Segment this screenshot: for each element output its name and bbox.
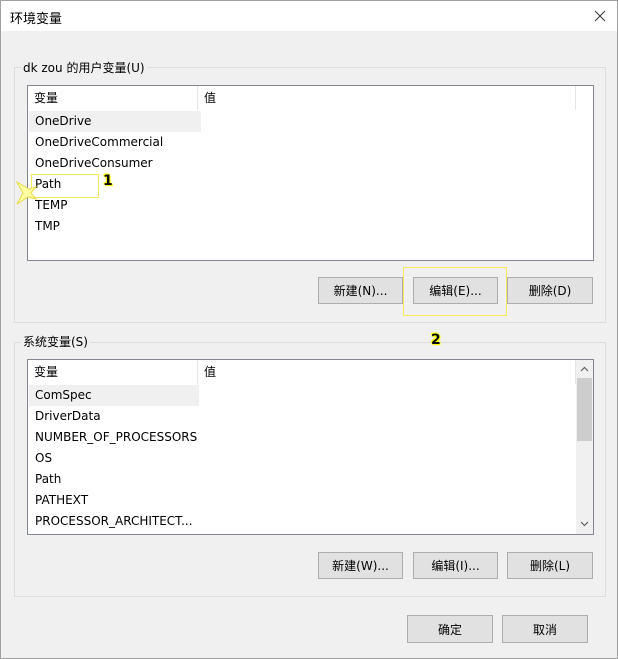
list-item[interactable]: OS: [29, 448, 329, 469]
environment-variables-dialog: 环境变量 dk zou 的用户变量(U) 变量 值 OneDrive OneDr…: [0, 0, 618, 659]
column-header-variable[interactable]: 变量: [28, 86, 198, 110]
list-item[interactable]: TEMP: [29, 195, 329, 216]
annotation-step-1: 1: [103, 173, 113, 189]
scrollbar-thumb[interactable]: [577, 378, 592, 441]
column-header-value[interactable]: 值: [198, 360, 576, 384]
system-variables-label: 系统变量(S): [21, 333, 90, 350]
list-item[interactable]: OneDriveConsumer: [29, 153, 329, 174]
system-variables-list[interactable]: 变量 值 ComSpec DriverData NUMBER_OF_PROCES…: [27, 359, 594, 535]
list-item[interactable]: DriverData: [29, 406, 329, 427]
annotation-step-2: 2: [431, 332, 441, 348]
highlight-edit-button: [403, 267, 507, 316]
column-header-value[interactable]: 值: [198, 86, 576, 110]
system-new-button[interactable]: 新建(W)...: [318, 552, 403, 579]
list-item[interactable]: ComSpec: [29, 385, 199, 406]
list-item[interactable]: OneDrive: [29, 111, 201, 132]
list-item[interactable]: OneDriveCommercial: [29, 132, 329, 153]
list-item[interactable]: PROCESSOR_ARCHITECT...: [29, 511, 329, 532]
list-item[interactable]: Path: [29, 469, 329, 490]
user-delete-button[interactable]: 删除(D): [507, 277, 593, 304]
scroll-up-icon[interactable]: [580, 366, 589, 372]
system-delete-button[interactable]: 删除(L): [507, 552, 593, 579]
scroll-down-icon[interactable]: [580, 521, 589, 527]
column-header-variable[interactable]: 变量: [28, 360, 198, 384]
user-variables-label: dk zou 的用户变量(U): [21, 59, 147, 76]
highlight-path-item: [31, 174, 99, 198]
close-button[interactable]: [587, 5, 613, 27]
window-title: 环境变量: [10, 12, 63, 27]
list-item[interactable]: TMP: [29, 216, 329, 237]
click-burst-icon: [15, 181, 37, 205]
vertical-scrollbar[interactable]: [576, 360, 593, 534]
list-item[interactable]: NUMBER_OF_PROCESSORS: [29, 427, 329, 448]
user-new-button[interactable]: 新建(N)...: [318, 277, 403, 304]
list-item[interactable]: PATHEXT: [29, 490, 329, 511]
close-icon: [594, 10, 606, 22]
ok-button[interactable]: 确定: [407, 615, 493, 643]
title-bar: 环境变量: [1, 1, 617, 31]
cancel-button[interactable]: 取消: [502, 615, 588, 643]
system-edit-button[interactable]: 编辑(I)...: [413, 552, 498, 579]
